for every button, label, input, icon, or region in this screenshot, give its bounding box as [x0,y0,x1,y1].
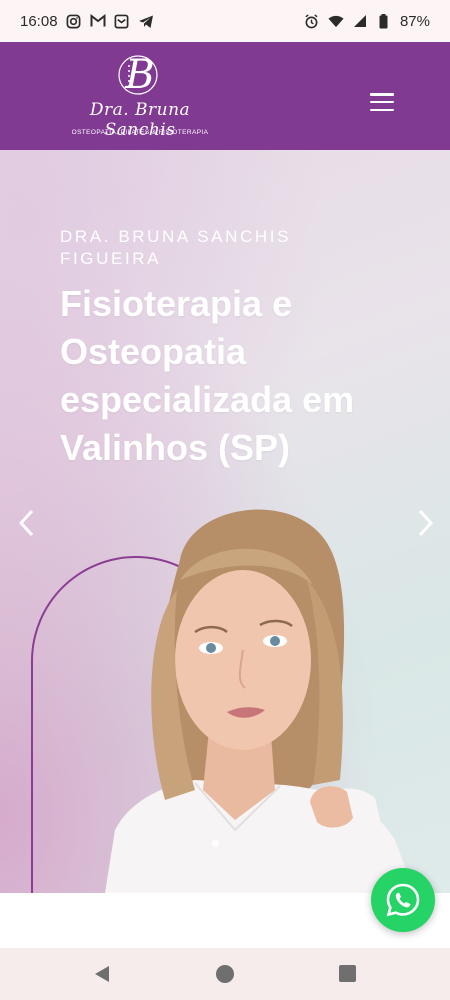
home-circle-icon[interactable] [216,965,234,983]
menu-line [370,108,394,111]
system-navigation-bar [0,948,450,1000]
signal-icon [352,13,368,29]
battery-percentage: 87% [399,12,430,30]
chevron-left-icon[interactable] [16,508,36,538]
chevron-right-icon[interactable] [416,508,436,538]
menu-line [370,100,394,104]
whatsapp-button[interactable] [371,868,435,932]
status-right: 87% [304,13,430,30]
logo-subtitle: OSTEOPATIA, PILATES & FISIOTERAPIA [71,129,209,136]
battery-icon [376,13,392,29]
hero-title: Fisioterapia e Osteopatia especializada … [60,283,355,468]
hero-kicker: DRA. BRUNA SANCHIS FIGUEIRA [60,227,292,268]
wifi-icon [328,13,344,29]
site-logo[interactable]: B Dra. Bruna Sanchis OSTEOPATIA, PILATES… [55,50,225,142]
recents-square-icon[interactable] [339,965,356,982]
logo-monogram: B [118,52,158,98]
notification-box-icon [114,13,130,29]
hamburger-menu-icon[interactable] [370,93,394,111]
whatsapp-icon [386,883,420,917]
back-triangle-icon[interactable] [92,964,112,984]
status-left: 16:08 [20,13,154,30]
menu-line [370,93,394,96]
site-header: B Dra. Bruna Sanchis OSTEOPATIA, PILATES… [0,42,450,150]
alarm-icon [304,13,320,29]
doctor-portrait [105,509,415,893]
status-bar: 16:08 87% [0,0,450,42]
slider-dot-active[interactable] [212,840,219,847]
hero-slider: DRA. BRUNA SANCHIS FIGUEIRA Fisioterapia… [0,150,450,893]
gmail-icon [90,13,106,29]
status-time: 16:08 [20,12,58,30]
instagram-icon [66,13,82,29]
page: 16:08 87% B Dra. Bruna Sanchis OSTEOPATI… [0,0,450,1000]
svg-text:B: B [124,52,154,98]
telegram-icon [138,13,154,29]
